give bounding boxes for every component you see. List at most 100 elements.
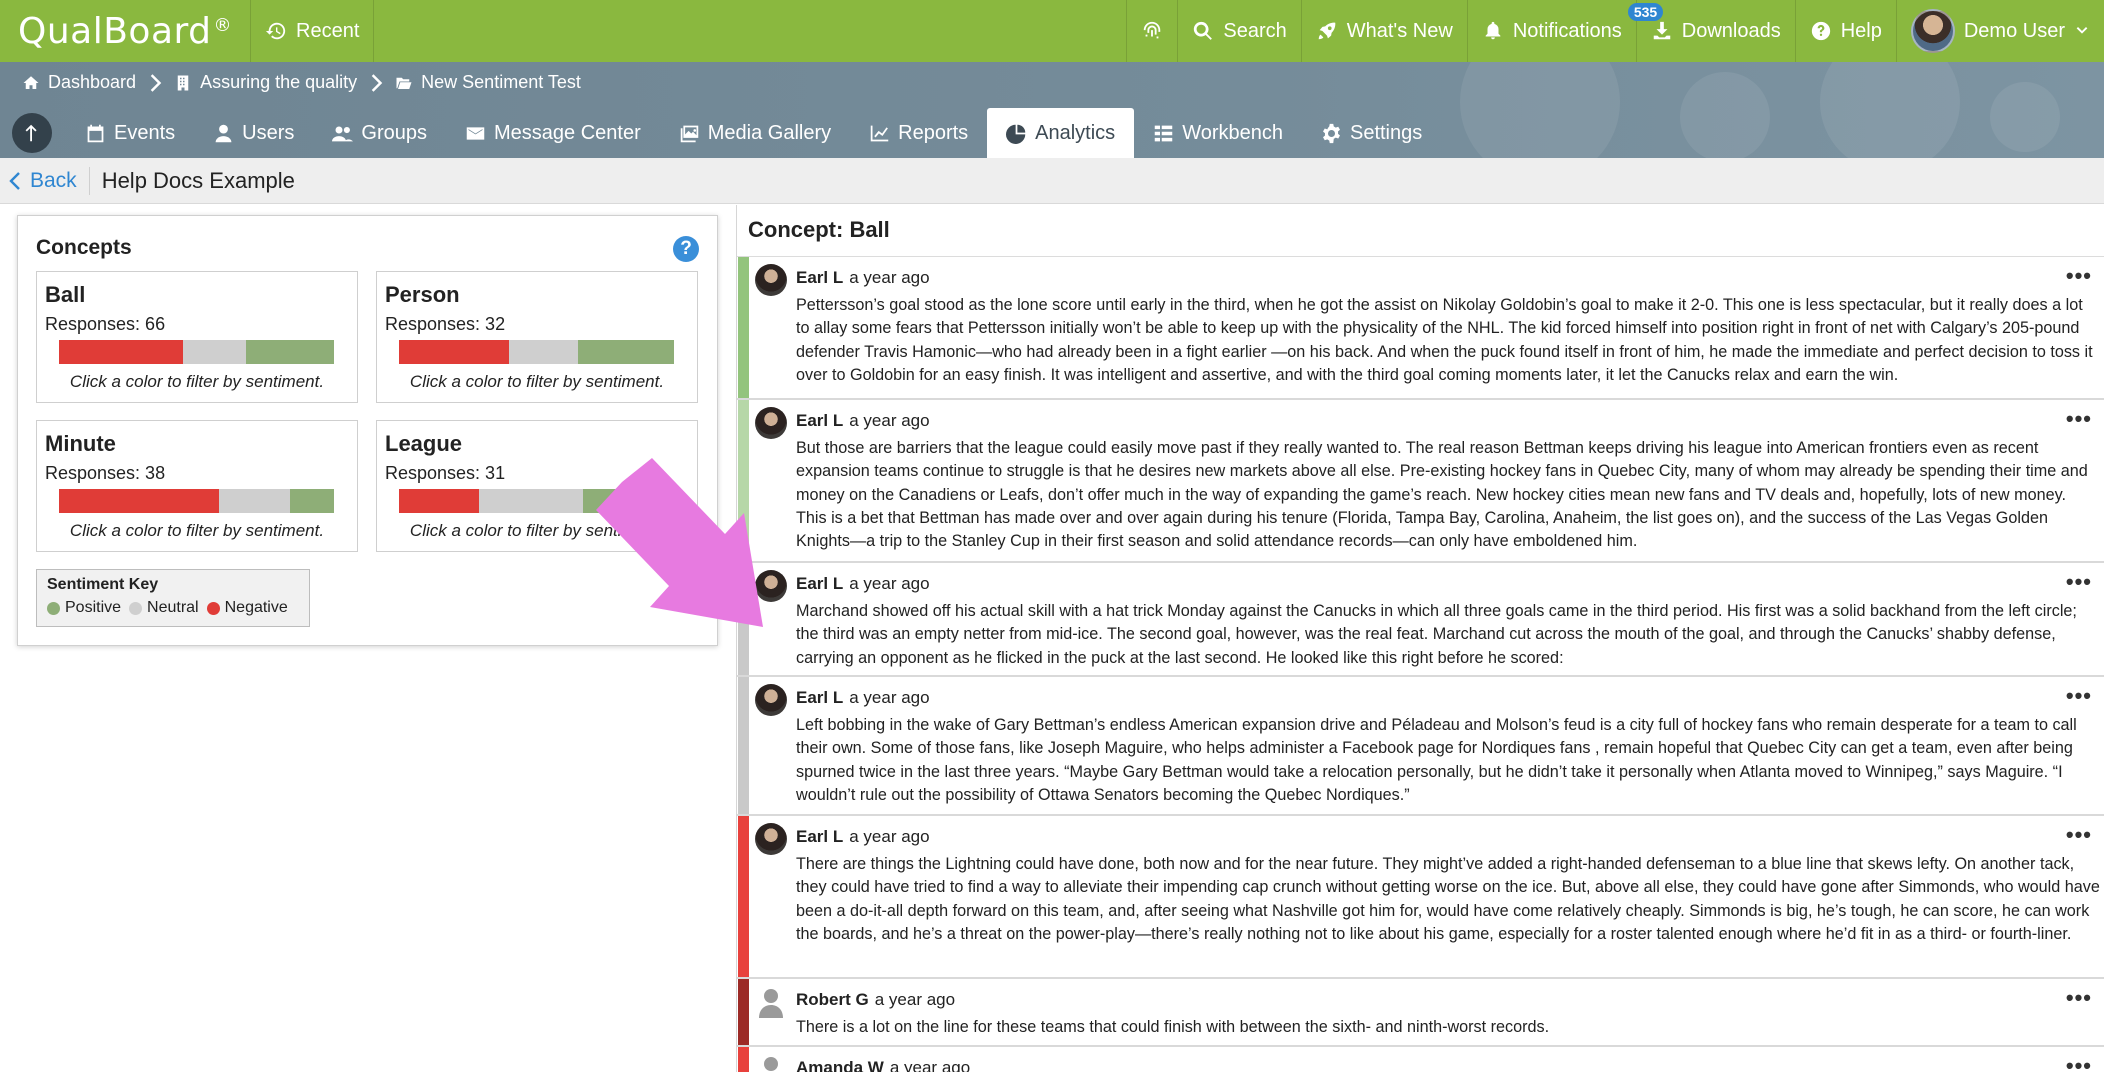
- key-item-positive: Positive: [47, 599, 121, 617]
- concept-card-ball[interactable]: Ball Responses: 66 Click a color to filt…: [36, 271, 358, 403]
- rocket-icon: [1318, 22, 1336, 40]
- whats-new-button[interactable]: What's New: [1302, 0, 1468, 62]
- tab-reports[interactable]: Reports: [850, 108, 987, 158]
- search-button[interactable]: Search: [1178, 0, 1302, 62]
- sentiment-bar-neutral[interactable]: [218, 489, 290, 513]
- breadcrumb-project[interactable]: Assuring the quality: [174, 72, 357, 93]
- sentiment-bar-neutral[interactable]: [478, 489, 584, 513]
- help-label: Help: [1840, 19, 1882, 42]
- concept-card-league[interactable]: League Responses: 31 Click a color to fi…: [376, 420, 698, 552]
- concept-detail-panel: Concept: Ball Earl L a year ago ••• Pette…: [736, 205, 2104, 1072]
- more-options-icon[interactable]: •••: [2066, 1053, 2092, 1072]
- response-author: Earl L a year ago: [796, 268, 930, 288]
- sentiment-bar-negative[interactable]: [399, 340, 509, 364]
- sentiment-bar-positive[interactable]: [583, 489, 674, 513]
- sentiment-bar-negative[interactable]: [59, 489, 219, 513]
- recent-button[interactable]: Recent: [251, 0, 375, 62]
- downloads-button[interactable]: Downloads: [1637, 0, 1796, 62]
- response-time: a year ago: [874, 990, 956, 1009]
- avatar: [755, 407, 787, 439]
- key-label: Neutral: [147, 599, 199, 616]
- tab-analytics[interactable]: Analytics: [987, 108, 1135, 158]
- concept-card-minute[interactable]: Minute Responses: 38 Click a color to fi…: [36, 420, 358, 552]
- sentiment-bar-neutral[interactable]: [509, 340, 578, 364]
- tab-workbench[interactable]: Workbench: [1134, 108, 1302, 158]
- filter-hint: Click a color to filter by sentiment.: [409, 372, 665, 391]
- downloads-label: Downloads: [1681, 19, 1781, 42]
- response-card[interactable]: Amanda W a year ago •••: [737, 1047, 2104, 1072]
- logo-registered-mark: ®: [213, 14, 233, 36]
- response-card[interactable]: Robert G a year ago ••• There is a lot on…: [737, 979, 2104, 1047]
- chevron-down-icon: [2076, 27, 2088, 34]
- filter-hint: Click a color to filter by sentiment.: [69, 521, 325, 540]
- tab-label: Message Center: [493, 121, 641, 144]
- concept-detail-title: Concept: Ball: [748, 217, 890, 242]
- notifications-button[interactable]: Notifications 535: [1468, 0, 1664, 62]
- sentiment-bar-positive[interactable]: [246, 340, 334, 364]
- project-home-button[interactable]: [12, 113, 52, 153]
- response-author: Earl L a year ago: [796, 827, 930, 847]
- sentiment-bar-positive[interactable]: [577, 340, 674, 364]
- help-button[interactable]: Help: [1796, 0, 1897, 62]
- concept-card-person[interactable]: Person Responses: 32 Click a color to fi…: [376, 271, 698, 403]
- building-icon: [177, 75, 189, 90]
- help-icon[interactable]: ?: [673, 236, 699, 262]
- sentiment-bar-negative[interactable]: [59, 340, 183, 364]
- tab-label: Groups: [361, 121, 427, 144]
- filter-hint: Click a color to filter by sentiment.: [409, 521, 665, 540]
- more-options-icon[interactable]: •••: [2066, 822, 2092, 848]
- avatar: [755, 684, 787, 716]
- more-options-icon[interactable]: •••: [2066, 263, 2092, 289]
- positive-dot-icon: [47, 601, 60, 615]
- breadcrumb-current[interactable]: New Sentiment Test: [395, 72, 581, 93]
- author-name: Earl L: [796, 574, 844, 593]
- tab-media-gallery[interactable]: Media Gallery: [660, 108, 850, 158]
- response-time: a year ago: [849, 574, 930, 593]
- tab-settings[interactable]: Settings: [1302, 108, 1441, 158]
- sentiment-key-items: Positive Neutral Negative: [47, 599, 288, 617]
- sentiment-strip: [738, 400, 749, 561]
- tab-label: Reports: [898, 121, 969, 144]
- more-options-icon[interactable]: •••: [2066, 985, 2092, 1011]
- more-options-icon[interactable]: •••: [2066, 406, 2092, 432]
- tab-label: Events: [114, 121, 176, 144]
- breadcrumb-dashboard[interactable]: Dashboard: [22, 72, 136, 93]
- tab-groups[interactable]: Groups: [313, 108, 446, 158]
- response-time: a year ago: [849, 688, 930, 707]
- response-text: There are things the Lightning could hav…: [796, 855, 2100, 943]
- fingerprint-button[interactable]: [1127, 0, 1179, 62]
- qualboard-logo[interactable]: QualBoard ®: [0, 0, 252, 62]
- response-text: Left bobbing in the wake of Gary Bettman…: [796, 716, 2077, 804]
- header-band: Dashboard Assuring the quality New Senti…: [0, 62, 2104, 158]
- response-card[interactable]: Earl L a year ago ••• Marchand showed off…: [737, 563, 2104, 677]
- sub-header: Back Help Docs Example: [0, 158, 2104, 204]
- response-card[interactable]: Earl L a year ago ••• But those are barri…: [737, 400, 2104, 563]
- sentiment-bar-positive[interactable]: [290, 489, 334, 513]
- tab-users[interactable]: Users: [194, 108, 313, 158]
- up-arrow-icon: [25, 124, 37, 142]
- more-options-icon[interactable]: •••: [2066, 683, 2092, 709]
- tab-message-center[interactable]: Message Center: [446, 108, 660, 158]
- user-menu[interactable]: Demo User: [1897, 0, 2104, 62]
- back-button[interactable]: Back: [0, 166, 90, 195]
- folder-open-icon: [396, 77, 412, 89]
- sentiment-bar-negative[interactable]: [399, 489, 479, 513]
- notifications-label: Notifications: [1512, 19, 1622, 42]
- breadcrumb-label: Assuring the quality: [200, 72, 358, 92]
- response-card[interactable]: Earl L a year ago ••• Pettersson’s goal s…: [737, 257, 2104, 400]
- users-icon: [332, 126, 354, 141]
- concept-response-count: Responses: 66: [45, 314, 166, 334]
- response-card[interactable]: Earl L a year ago ••• Left bobbing in the…: [737, 677, 2104, 816]
- page-title: Help Docs Example: [101, 167, 295, 193]
- sentiment-strip: [738, 979, 749, 1045]
- search-label: Search: [1223, 19, 1287, 42]
- more-options-icon[interactable]: •••: [2066, 569, 2092, 595]
- question-circle-icon: [1811, 21, 1830, 41]
- response-card[interactable]: Earl L a year ago ••• There are things th…: [737, 816, 2104, 979]
- sentiment-bar-neutral[interactable]: [182, 340, 246, 364]
- author-name: Earl L: [796, 688, 844, 707]
- sentiment-strip: [738, 677, 749, 814]
- logo-text: QualBoard: [18, 10, 212, 52]
- tab-events[interactable]: Events: [66, 108, 194, 158]
- key-label: Positive: [65, 599, 122, 616]
